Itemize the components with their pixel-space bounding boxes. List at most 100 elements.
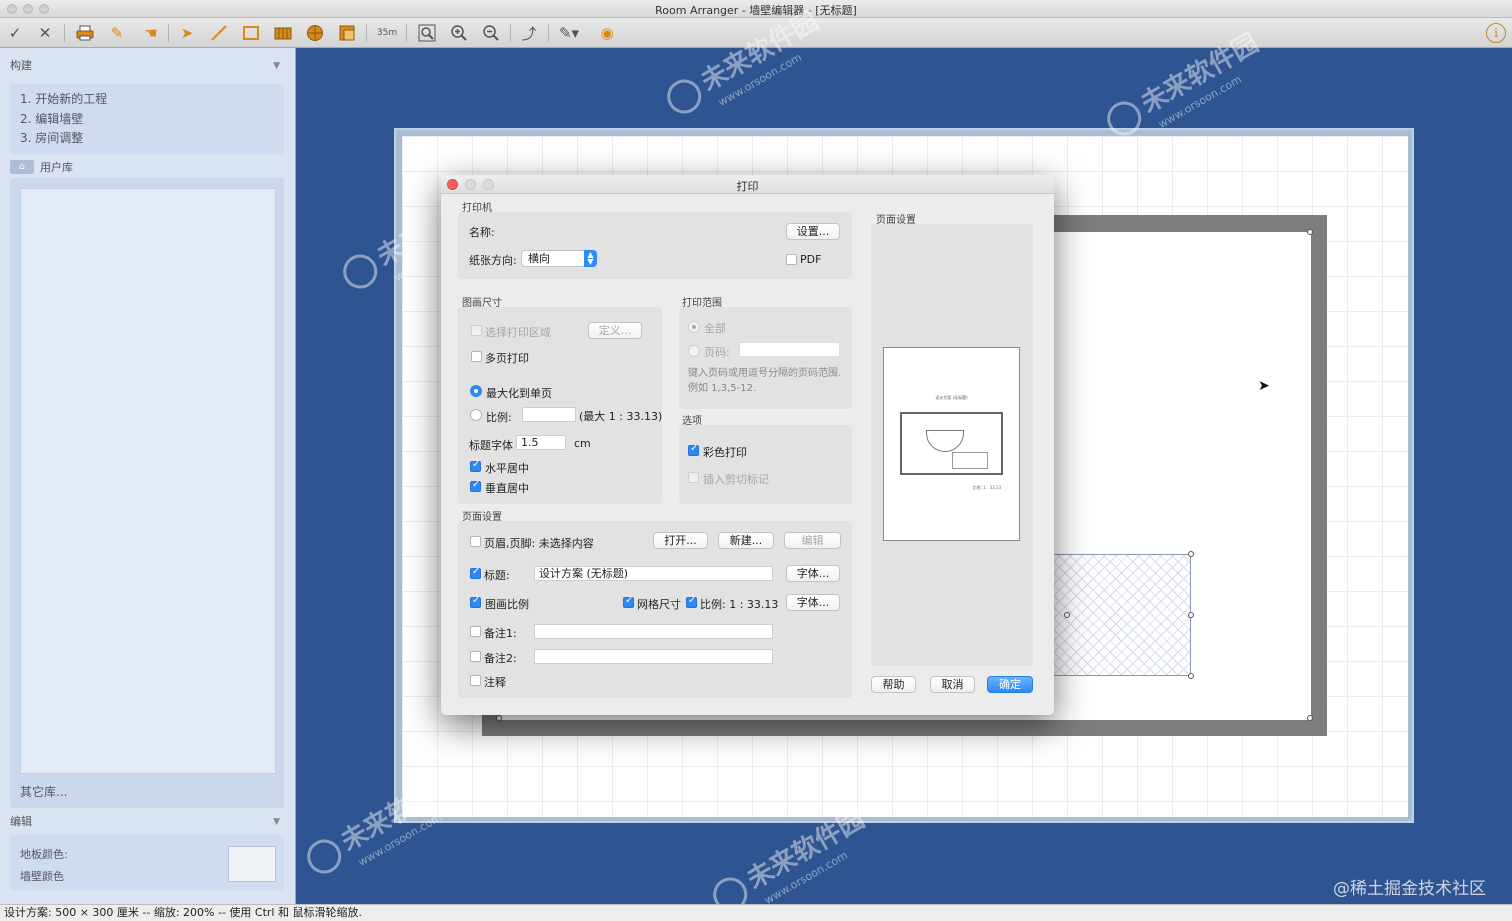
zoom-fit-icon[interactable] xyxy=(416,23,438,43)
color-print-checkbox[interactable] xyxy=(688,443,699,456)
3d-view-icon[interactable]: ◉ xyxy=(596,23,618,43)
wall-handle[interactable] xyxy=(496,715,502,721)
step-room-adjust[interactable]: 3. 房间调整 xyxy=(20,129,274,149)
note2-checkbox[interactable] xyxy=(470,651,481,662)
step-edit-walls[interactable]: 2. 编辑墙壁 xyxy=(20,110,274,130)
ball-tool-icon[interactable] xyxy=(304,23,326,43)
edit-section-header[interactable]: 编辑 ▼ xyxy=(0,812,296,832)
vertical-center-checkbox[interactable] xyxy=(470,479,481,492)
print-all-radio[interactable] xyxy=(688,321,700,333)
object-handle[interactable] xyxy=(1188,612,1194,618)
multi-page-checkbox[interactable] xyxy=(471,351,482,362)
toolbar-divider xyxy=(366,24,367,42)
dialog-title: 打印 xyxy=(736,180,759,193)
title-label: 标题: xyxy=(484,569,510,582)
chevron-updown-icon: ▲ ▼ xyxy=(584,250,597,267)
title-checkbox[interactable] xyxy=(470,566,481,579)
wall-handle[interactable] xyxy=(1307,715,1313,721)
crop-marks-checkbox[interactable] xyxy=(688,472,699,483)
new-button[interactable]: 新建... xyxy=(718,532,774,549)
library-list[interactable] xyxy=(20,188,276,774)
object-handle[interactable] xyxy=(1188,673,1194,679)
print-pages-radio[interactable] xyxy=(688,345,700,357)
title-font-input[interactable]: 1.5 xyxy=(516,435,566,450)
orientation-select[interactable]: 横向 ▲ ▼ xyxy=(521,250,597,267)
paint-icon[interactable]: ✎ xyxy=(106,23,128,43)
note1-input[interactable] xyxy=(534,624,773,639)
edit-menu-icon[interactable]: ✎▾ xyxy=(558,23,580,43)
open-button[interactable]: 打开... xyxy=(653,532,708,549)
horizontal-center-label: 水平居中 xyxy=(485,462,529,475)
step-new-project[interactable]: 1. 开始新的工程 xyxy=(20,90,274,110)
floor-color-well[interactable] xyxy=(228,846,276,882)
hand-icon[interactable]: ☚ xyxy=(140,23,162,43)
select-arrow-icon[interactable]: ➤ xyxy=(176,23,198,43)
library-icon: ⌂ xyxy=(10,160,34,174)
pdf-checkbox[interactable] xyxy=(786,254,797,265)
help-button[interactable]: 帮助 xyxy=(871,676,916,693)
furniture-tool-icon[interactable] xyxy=(336,23,358,43)
comment-checkbox[interactable] xyxy=(470,675,481,686)
other-library-link[interactable]: 其它库... xyxy=(20,783,67,800)
ratio-checkbox[interactable] xyxy=(686,595,697,608)
window-titlebar: Room Arranger - 墙壁编辑器 - [无标题] xyxy=(0,0,1512,18)
note2-input[interactable] xyxy=(534,649,773,664)
title-font-button[interactable]: 字体... xyxy=(786,565,840,582)
build-steps: 1. 开始新的工程 2. 编辑墙壁 3. 房间调整 xyxy=(10,84,284,154)
printer-setup-button[interactable]: 设置... xyxy=(786,223,840,240)
cancel-button[interactable]: 取消 xyxy=(930,676,975,693)
wall-tool-icon[interactable] xyxy=(272,23,294,43)
define-area-button[interactable]: 定义... xyxy=(588,322,642,339)
selected-object[interactable] xyxy=(1052,554,1191,676)
build-section-header[interactable]: 构建 ▼ xyxy=(0,56,296,76)
note1-checkbox[interactable] xyxy=(470,626,481,637)
options-group xyxy=(679,425,852,504)
header-footer-checkbox[interactable] xyxy=(470,536,481,547)
print-pages-hint: 键入页码或用逗号分隔的页码范围. 例如 1,3,5-12. xyxy=(688,368,842,394)
edit-button[interactable]: 编辑 xyxy=(784,532,841,549)
horizontal-center-checkbox[interactable] xyxy=(470,459,481,472)
preview-furniture xyxy=(926,430,964,452)
scale-font-button[interactable]: 字体... xyxy=(786,594,840,611)
zoom-out-icon[interactable] xyxy=(480,23,502,43)
preview-page-title: 设计方案 (无标题) xyxy=(935,395,968,400)
check-icon[interactable]: ✓ xyxy=(4,23,26,43)
rectangle-tool-icon[interactable] xyxy=(240,23,262,43)
drawing-scale-checkbox[interactable] xyxy=(470,595,481,608)
vertical-center-label: 垂直居中 xyxy=(485,482,529,495)
mouse-cursor-icon: ➤ xyxy=(1258,378,1270,394)
info-icon[interactable]: i xyxy=(1486,23,1506,43)
print-dialog: 打印 打印机 名称: 设置... 纸张方向: 横向 ▲ ▼ PDF 图画尺寸 选择… xyxy=(441,175,1054,715)
note2-label: 备注2: xyxy=(484,652,517,665)
orientation-value: 横向 xyxy=(528,252,550,265)
toolbar-divider xyxy=(168,24,169,42)
scale-input[interactable] xyxy=(522,407,576,422)
print-pages-input[interactable] xyxy=(739,342,840,357)
main-toolbar: ✓ ✕ ✎ ☚ ➤ 35m ⤴ ✎▾ ◉ i xyxy=(0,18,1512,48)
select-area-checkbox[interactable] xyxy=(471,325,482,336)
maximize-radio[interactable] xyxy=(470,385,482,397)
multi-page-label: 多页打印 xyxy=(485,352,529,365)
close-icon[interactable]: ✕ xyxy=(34,23,56,43)
scale-max-label: (最大 1 : 33.13) xyxy=(579,410,663,423)
credit-text: @稀土掘金技术社区 xyxy=(1333,879,1486,899)
dialog-titlebar: 打印 xyxy=(441,175,1054,194)
wall-handle[interactable] xyxy=(1307,229,1313,235)
object-handle[interactable] xyxy=(1188,551,1194,557)
toolbar-divider xyxy=(548,24,549,42)
collapse-arrow-icon[interactable]: ▼ xyxy=(273,812,280,832)
scale-radio[interactable] xyxy=(470,409,482,421)
title-input[interactable]: 设计方案 (无标题) xyxy=(534,566,773,581)
rotate-icon[interactable]: ⤴ xyxy=(518,23,540,43)
user-library-header[interactable]: ⌂ 用户库 xyxy=(10,159,73,175)
collapse-arrow-icon[interactable]: ▼ xyxy=(273,56,280,76)
toolbar-divider xyxy=(406,24,407,42)
wall-color-label: 墙壁颜色 xyxy=(20,870,64,883)
measure-tool-icon[interactable]: 35m xyxy=(376,23,398,43)
ok-button[interactable]: 确定 xyxy=(987,676,1033,693)
grid-size-checkbox[interactable] xyxy=(623,595,634,608)
line-tool-icon[interactable] xyxy=(208,23,230,43)
printer-icon[interactable] xyxy=(74,23,96,43)
zoom-in-icon[interactable] xyxy=(448,23,470,43)
object-handle[interactable] xyxy=(1064,612,1070,618)
